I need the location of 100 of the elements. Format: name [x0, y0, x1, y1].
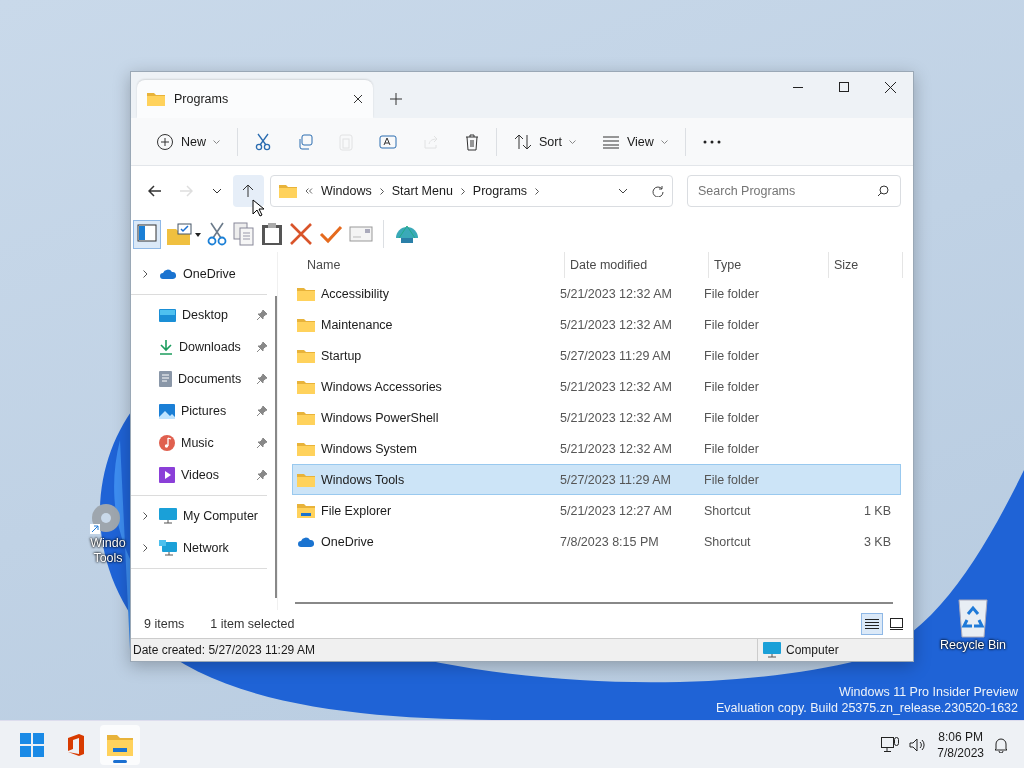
- chevron-down-icon: [213, 139, 220, 144]
- clipboard-icon[interactable]: [261, 222, 283, 246]
- chevron-down-icon: [660, 139, 668, 144]
- file-name: Maintenance: [321, 317, 393, 332]
- file-row[interactable]: Windows System 5/21/2023 12:32 AM File folder: [292, 433, 901, 464]
- delete-x-icon[interactable]: [289, 222, 313, 246]
- double-chevron-icon: [305, 188, 313, 194]
- type-cell-text: File folder: [703, 286, 760, 301]
- maximize-icon: [839, 82, 849, 92]
- plus-icon: [390, 93, 402, 105]
- windows-logo-icon: [20, 732, 44, 757]
- file-name: Startup: [321, 348, 362, 363]
- video-icon: [159, 467, 175, 483]
- file-row[interactable]: Windows PowerShell 5/21/2023 12:32 AM File folder: [292, 402, 901, 433]
- more-icon: [702, 139, 721, 144]
- search-field[interactable]: Search Programs: [687, 175, 901, 207]
- type-cell-text: Shortcut: [703, 534, 752, 549]
- office-logo-icon: [66, 732, 86, 757]
- view-button[interactable]: View: [588, 124, 681, 159]
- share-icon: [423, 133, 439, 150]
- column-header[interactable]: Type: [709, 252, 829, 278]
- size-cell: 1 KB: [863, 503, 891, 518]
- sidebar-item[interactable]: Videos: [131, 459, 267, 491]
- type-cell-text: File folder: [703, 472, 760, 487]
- file-row[interactable]: OneDrive 7/8/2023 8:15 PM Shortcut 3 KB: [292, 526, 901, 557]
- refresh-icon[interactable]: [652, 185, 664, 197]
- type-cell-text: File folder: [703, 348, 760, 363]
- speaker-icon[interactable]: [909, 737, 928, 752]
- cut-icon: [255, 132, 271, 151]
- date-cell-text: 5/21/2023 12:32 AM: [559, 441, 673, 456]
- breadcrumb-item[interactable]: Programs: [472, 184, 528, 198]
- download-icon: [159, 339, 173, 355]
- sidebar-item[interactable]: My Computer: [131, 500, 267, 532]
- tab[interactable]: Programs: [137, 80, 373, 118]
- list-view-icon: [601, 134, 620, 149]
- column-header[interactable]: Date modified: [565, 252, 709, 278]
- sidebar-item[interactable]: OneDrive: [131, 258, 267, 290]
- file-name: Windows Accessories: [321, 379, 442, 394]
- column-header[interactable]: Size: [829, 252, 903, 278]
- scissors-icon[interactable]: [207, 222, 227, 246]
- sidebar-item[interactable]: Pictures: [131, 395, 267, 427]
- chevron-right-icon: [535, 187, 540, 195]
- clock[interactable]: 8:06 PM 7/8/2023: [937, 728, 984, 761]
- network-monitor-icon[interactable]: [881, 736, 900, 753]
- file-name: Accessibility: [321, 286, 390, 301]
- mouse-cursor-icon: [252, 199, 264, 217]
- notification-bell-icon[interactable]: [994, 736, 1008, 753]
- up-button[interactable]: [232, 175, 264, 207]
- sidebar-item[interactable]: Downloads: [131, 331, 267, 363]
- picture-icon: [159, 403, 175, 419]
- chevron-down-icon[interactable]: [618, 188, 628, 194]
- file-row[interactable]: Startup 5/27/2023 11:29 AM File folder: [292, 340, 901, 371]
- folder-check-icon[interactable]: [167, 223, 201, 245]
- date-cell-text: 5/21/2023 12:32 AM: [559, 379, 673, 394]
- chevron-right-icon: [460, 187, 465, 195]
- folder-icon: [297, 441, 315, 456]
- sort-button[interactable]: Sort: [501, 124, 589, 159]
- sidebar-item[interactable]: Documents: [131, 363, 267, 395]
- sidebar-item[interactable]: Desktop: [131, 299, 267, 331]
- sidebar-item[interactable]: Music: [131, 427, 267, 459]
- chevron-right-icon: [379, 187, 384, 195]
- file-row[interactable]: Accessibility 5/21/2023 12:32 AM File folder: [292, 278, 901, 309]
- close-icon[interactable]: [353, 94, 363, 104]
- search-icon: [877, 185, 889, 197]
- recycle-bin-icon[interactable]: [956, 596, 990, 638]
- date-cell-text: 5/21/2023 12:32 AM: [559, 317, 673, 332]
- expand-chevron-icon[interactable]: [143, 544, 148, 552]
- expand-chevron-icon[interactable]: [143, 512, 148, 520]
- file-row[interactable]: File Explorer 5/21/2023 12:27 AM Shortcut 1 KB: [292, 495, 901, 526]
- location-text: Computer: [786, 643, 839, 657]
- navigation-pane-button[interactable]: [133, 219, 161, 249]
- document-icon: [159, 371, 172, 387]
- date-cell-text: 5/21/2023 12:32 AM: [559, 410, 673, 425]
- network-icon: [159, 540, 177, 556]
- details-view-button[interactable]: [861, 613, 883, 635]
- file-row[interactable]: Windows Accessories 5/21/2023 12:32 AM File folder: [292, 371, 901, 402]
- folder-icon: [297, 317, 315, 332]
- expand-chevron-icon[interactable]: [143, 270, 148, 278]
- up-arrow-icon: [242, 184, 255, 198]
- selection-count: 1 item selected: [210, 617, 295, 631]
- breadcrumb-item[interactable]: Windows: [321, 184, 372, 198]
- copy-icon: [297, 133, 313, 150]
- breadcrumb-item[interactable]: Start Menu: [391, 184, 453, 198]
- rename-icon: [379, 133, 397, 150]
- file-name: Windows PowerShell: [321, 410, 439, 425]
- sidebar-item[interactable]: Network: [131, 532, 267, 564]
- item-count: 9 items: [144, 617, 185, 631]
- forward-arrow-icon: [178, 185, 193, 197]
- music-note-icon: [159, 435, 175, 451]
- details-view-icon: [865, 618, 879, 630]
- file-row[interactable]: Maintenance 5/21/2023 12:32 AM File folder: [292, 309, 901, 340]
- close-icon: [884, 81, 896, 93]
- folder-icon: [297, 379, 315, 394]
- new-button[interactable]: New: [143, 124, 233, 159]
- monitor-icon: [159, 508, 177, 524]
- address-bar[interactable]: Windows Start Menu Programs: [270, 175, 673, 207]
- column-header[interactable]: Name: [307, 252, 565, 278]
- minimize-icon: [793, 86, 803, 88]
- explorer-taskbar-button[interactable]: [100, 724, 140, 765]
- file-row[interactable]: Windows Tools 5/27/2023 11:29 AM File folder: [292, 464, 901, 495]
